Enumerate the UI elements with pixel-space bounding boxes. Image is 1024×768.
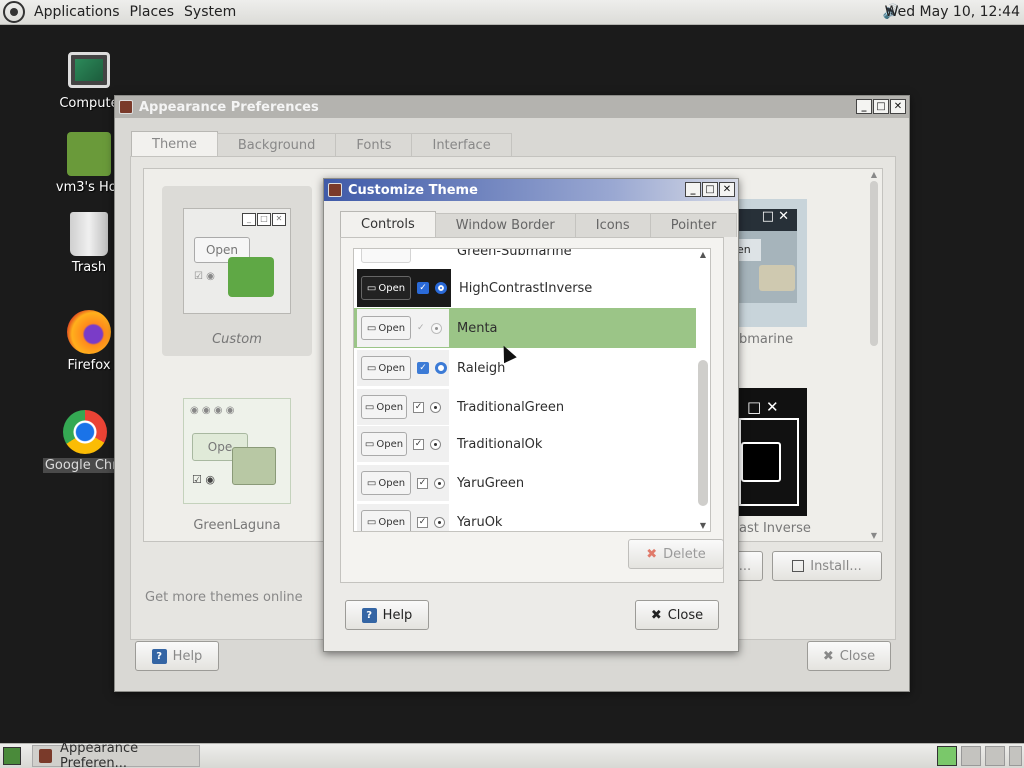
theme-name: TraditionalGreen — [457, 399, 565, 415]
workspace-3[interactable] — [985, 746, 1005, 766]
theme-name-submarine: bmarine — [739, 332, 794, 347]
theme-card-hc-inverse[interactable]: □ ✕ — [739, 388, 807, 516]
theme-card-submarine[interactable]: □ ✕ en — [737, 199, 807, 327]
clock[interactable]: Wed May 10, 12:44 — [885, 4, 1020, 20]
menu-places[interactable]: Places — [125, 4, 180, 20]
appearance-close-button[interactable]: ✖ Close — [807, 641, 891, 671]
tab-theme[interactable]: Theme — [131, 131, 218, 157]
theme-name-custom: Custom — [212, 332, 262, 347]
get-more-themes-link[interactable]: Get more themes online — [145, 590, 303, 605]
menu-applications[interactable]: Applications — [29, 4, 125, 20]
minimize-button[interactable]: _ — [856, 99, 872, 114]
top-panel: Applications Places System 🔊 Wed May 10,… — [0, 0, 1024, 25]
theme-name: YaruGreen — [457, 475, 525, 491]
list-item-selected[interactable]: ▭ Open ✓ Menta — [354, 308, 696, 348]
folder-icon — [741, 442, 781, 482]
trash-icon — [70, 212, 108, 256]
taskbar-item-appearance[interactable]: Appearance Preferen... — [32, 741, 200, 768]
tab-pointer[interactable]: Pointer — [649, 213, 738, 237]
delete-label: Delete — [663, 546, 706, 562]
appearance-titlebar[interactable]: Appearance Preferences _ □ ✕ — [115, 96, 909, 118]
workspace-2[interactable] — [961, 746, 981, 766]
close-label: Close — [667, 607, 704, 623]
preview-open-label: en — [737, 239, 761, 261]
help-icon: ? — [361, 607, 377, 623]
list-item[interactable]: ▭ Open ✓ YaruGreen — [354, 463, 696, 503]
theme-card-greenlaguna[interactable]: ◉ ◉ ◉ ◉ Ope ☑ ◉ GreenLaguna — [163, 398, 311, 533]
theme-preview: ◉ ◉ ◉ ◉ Ope ☑ ◉ — [183, 398, 291, 504]
taskbar-item-label: Appearance Preferen... — [60, 741, 139, 768]
customize-titlebar[interactable]: Customize Theme _ □ ✕ — [324, 179, 738, 201]
folder-icon — [228, 257, 274, 297]
app-icon — [328, 183, 342, 197]
controls-theme-list[interactable]: Green-Submarine ▭ Open ✓ HighContrastInve… — [353, 248, 711, 532]
menu-system[interactable]: System — [179, 4, 241, 20]
tab-controls[interactable]: Controls — [340, 211, 436, 237]
tab-interface[interactable]: Interface — [411, 133, 512, 157]
list-scrollbar[interactable]: ▲ ▼ — [697, 250, 709, 530]
scroll-up-arrow-icon[interactable]: ▲ — [697, 250, 709, 259]
chrome-icon — [63, 410, 107, 454]
computer-icon — [68, 52, 110, 88]
scrollbar-thumb[interactable] — [698, 360, 708, 506]
theme-name: Raleigh — [457, 360, 506, 376]
show-desktop-icon[interactable] — [3, 747, 21, 765]
close-window-button[interactable]: ✕ — [719, 182, 735, 197]
close-icon: ✖ — [650, 607, 662, 623]
install-icon — [792, 560, 805, 572]
install-label: Install... — [810, 558, 862, 574]
scroll-down-arrow-icon[interactable]: ▼ — [697, 521, 709, 530]
theme-preview: _ □ ✕ Open ☑ ◉ — [183, 208, 291, 314]
folder-icon — [759, 265, 795, 291]
desktop-icon-label: Firefox — [67, 358, 111, 373]
app-icon — [39, 749, 53, 763]
close-icon: ✖ — [822, 648, 834, 664]
minimize-button[interactable]: _ — [685, 182, 701, 197]
theme-name: Menta — [457, 320, 498, 336]
app-icon — [119, 100, 133, 114]
folder-icon — [232, 447, 276, 485]
window-title: Customize Theme — [348, 182, 478, 198]
maximize-button[interactable]: □ — [873, 99, 889, 114]
workspace-1[interactable] — [937, 746, 957, 766]
desktop-icon-label: Trash — [71, 260, 107, 275]
tab-icons[interactable]: Icons — [574, 213, 651, 237]
customize-close-button[interactable]: ✖ Close — [635, 600, 719, 630]
window-title: Appearance Preferences — [139, 99, 319, 115]
list-item[interactable]: ▭ Open ✓ HighContrastInverse — [354, 268, 696, 308]
close-window-button[interactable]: ✕ — [890, 99, 906, 114]
delete-icon: ✖ — [646, 546, 658, 562]
list-item[interactable]: ▭ Open ✓ YaruOk — [354, 502, 696, 531]
close-label: Close — [839, 648, 876, 664]
theme-name: TraditionalOk — [457, 436, 543, 452]
save-as-label: ... — [738, 558, 752, 574]
delete-button[interactable]: ✖ Delete — [628, 539, 724, 569]
list-item[interactable]: ▭ Open ✓ TraditionalGreen — [354, 387, 696, 427]
workspace-4[interactable] — [1009, 746, 1022, 766]
help-icon: ? — [151, 648, 167, 664]
theme-name: YaruOk — [457, 514, 503, 530]
customize-help-button[interactable]: ? Help — [345, 600, 429, 630]
install-button[interactable]: Install... — [772, 551, 882, 581]
help-label: Help — [382, 607, 413, 623]
tab-background[interactable]: Background — [216, 133, 337, 157]
home-folder-icon — [67, 132, 111, 176]
theme-name-hc-inverse: ast Inverse — [739, 521, 811, 536]
bottom-panel: Appearance Preferen... — [0, 741, 1024, 768]
tab-window-border[interactable]: Window Border — [434, 213, 576, 237]
theme-name-greenlaguna: GreenLaguna — [193, 518, 281, 533]
theme-name: Green-Submarine — [457, 248, 572, 259]
theme-card-custom[interactable]: _ □ ✕ Open ☑ ◉ Custom — [163, 208, 311, 347]
firefox-icon — [67, 310, 111, 354]
list-item[interactable]: ▭ Open ✓ TraditionalOk — [354, 424, 696, 464]
help-label: Help — [172, 648, 203, 664]
theme-list-scrollbar[interactable]: ▲ ▼ — [867, 170, 881, 540]
maximize-button[interactable]: □ — [702, 182, 718, 197]
tab-fonts[interactable]: Fonts — [335, 133, 413, 157]
appearance-help-button[interactable]: ? Help — [135, 641, 219, 671]
theme-name: HighContrastInverse — [459, 280, 593, 296]
distro-logo-icon[interactable] — [3, 1, 25, 23]
desktop-icon-label: Compute — [59, 96, 119, 111]
list-item[interactable]: ▭ Open ✓ Raleigh — [354, 348, 696, 388]
